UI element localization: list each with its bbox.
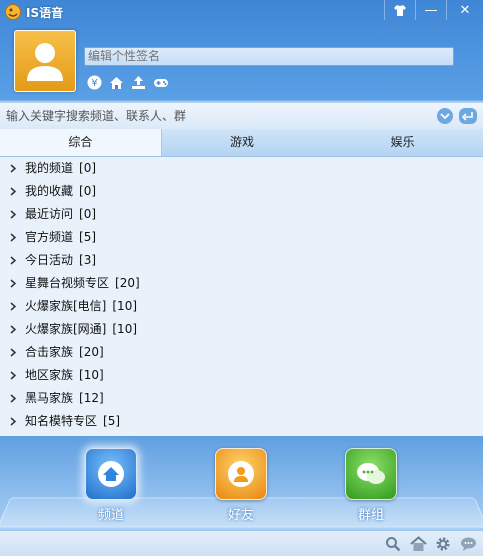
list-item[interactable]: 最近访问 [0] [0, 203, 483, 226]
list-item[interactable]: 黑马家族 [12] [0, 387, 483, 410]
dock-item-friends[interactable]: 好友 [211, 448, 271, 523]
dock-item-groups[interactable]: 群组 [341, 448, 401, 523]
list-item-count: [3] [79, 253, 97, 267]
yen-icon[interactable]: ¥ [86, 74, 103, 91]
list-item[interactable]: 知名模特专区 [5] [0, 410, 483, 433]
list-item-count: [12] [79, 391, 104, 405]
app-title: IS语音 [26, 6, 64, 20]
chevron-right-icon [10, 348, 17, 357]
list-item-label: 火爆家族[网通] [25, 322, 107, 336]
search-bar [0, 102, 483, 130]
chevron-right-icon [10, 279, 17, 288]
list-item-label: 地区家族 [25, 368, 74, 382]
close-button[interactable]: ✕ [446, 0, 483, 20]
home-icon[interactable] [108, 74, 125, 91]
footer-bar [0, 530, 483, 556]
footer-icons [384, 535, 477, 553]
dock-label: 群组 [357, 508, 384, 523]
minimize-button[interactable]: — [415, 0, 446, 20]
bottom-dock: 频道 好友 群组 [0, 436, 483, 530]
tab-general[interactable]: 综合 [0, 129, 162, 156]
chevron-right-icon [10, 233, 17, 242]
friend-icon [215, 448, 267, 500]
list-item-count: [20] [115, 276, 140, 290]
list-item-label: 今日活动 [25, 253, 74, 267]
chevron-right-icon [10, 302, 17, 311]
list-item[interactable]: 官方频道 [5] [0, 226, 483, 249]
list-item-count: [0] [79, 207, 97, 221]
list-item[interactable]: 我的收藏 [0] [0, 180, 483, 203]
list-item[interactable]: 地区家族 [10] [0, 364, 483, 387]
tab-entertainment[interactable]: 娱乐 [322, 129, 483, 156]
list-item-count: [10] [112, 322, 138, 336]
list-item-count: [5] [79, 230, 97, 244]
list-item-count: [5] [103, 414, 121, 428]
dock-item-channels[interactable]: 频道 [81, 448, 141, 523]
category-tabs: 综合 游戏 娱乐 [0, 129, 483, 157]
list-item-label: 知名模特专区 [25, 414, 98, 428]
list-item-label: 官方频道 [25, 230, 74, 244]
list-item[interactable]: 今日活动 [3] [0, 249, 483, 272]
search-dropdown-button[interactable] [437, 108, 453, 124]
list-item-label: 我的收藏 [25, 184, 74, 198]
message-icon[interactable] [459, 535, 477, 553]
list-item-count: [0] [79, 184, 97, 198]
list-item[interactable]: 火爆家族[网通] [10] [0, 318, 483, 341]
app-logo-icon [5, 4, 21, 20]
list-item-label: 星舞台视频专区 [25, 276, 110, 290]
list-item-label: 火爆家族[电信] [25, 299, 107, 313]
chevron-right-icon [10, 164, 17, 173]
user-silhouette-icon [27, 43, 63, 81]
list-item-count: [0] [79, 161, 97, 175]
chevron-right-icon [10, 256, 17, 265]
avatar[interactable] [14, 30, 76, 92]
list-item-label: 最近访问 [25, 207, 74, 221]
gear-icon[interactable] [434, 535, 452, 553]
chevron-right-icon [10, 210, 17, 219]
gamepad-icon[interactable] [152, 74, 169, 91]
list-item-count: [10] [79, 368, 104, 382]
svg-text:¥: ¥ [91, 78, 97, 89]
list-item-count: [10] [112, 299, 138, 313]
chevron-right-icon [10, 187, 17, 196]
main-window: IS语音 — ✕ ¥ [0, 0, 483, 556]
list-item-label: 我的频道 [25, 161, 74, 175]
title-bar[interactable]: IS语音 — ✕ [0, 0, 483, 24]
upload-icon[interactable] [130, 74, 147, 91]
skin-button[interactable] [384, 0, 415, 20]
search-icon[interactable] [384, 535, 402, 553]
signature-input[interactable] [84, 47, 454, 66]
search-back-button[interactable] [459, 108, 477, 124]
home-icon[interactable] [409, 535, 427, 553]
list-item-label: 合击家族 [25, 345, 74, 359]
list-item[interactable]: 星舞台视频专区 [20] [0, 272, 483, 295]
channel-list: 我的频道 [0] 我的收藏 [0] 最近访问 [0] 官方频道 [5] 今日活动 [3] … [0, 157, 483, 436]
return-arrow-icon [462, 112, 473, 121]
chevron-down-icon [440, 113, 450, 120]
window-controls: — ✕ [384, 0, 483, 20]
list-item[interactable]: 合击家族 [20] [0, 341, 483, 364]
chevron-right-icon [10, 394, 17, 403]
home-icon [85, 448, 137, 500]
list-item[interactable]: 我的频道 [0] [0, 157, 483, 180]
list-item[interactable]: 火爆家族[电信] [10] [0, 295, 483, 318]
list-item-label: 黑马家族 [25, 391, 74, 405]
chevron-right-icon [10, 417, 17, 426]
chevron-right-icon [10, 371, 17, 380]
chevron-right-icon [10, 325, 17, 334]
chat-group-icon [345, 448, 397, 500]
list-item-count: [20] [79, 345, 104, 359]
dock-label: 频道 [97, 508, 124, 523]
dock-label: 好友 [227, 508, 254, 523]
tshirt-icon [394, 4, 406, 16]
quick-icons: ¥ [86, 74, 169, 91]
tab-games[interactable]: 游戏 [162, 129, 323, 156]
search-input[interactable] [6, 107, 406, 125]
